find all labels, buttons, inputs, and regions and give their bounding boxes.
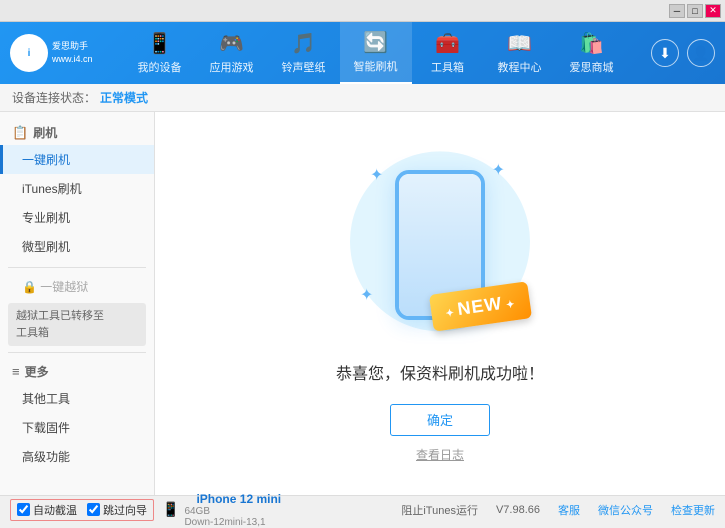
skip-wizard-label[interactable]: 跳过向导 xyxy=(87,502,147,518)
nav-mall[interactable]: 🛍️ 爱思商城 xyxy=(556,22,628,84)
skip-wizard-checkbox[interactable] xyxy=(87,503,100,516)
sparkle-2: ✦ xyxy=(492,160,505,180)
phone-icon: 📱 xyxy=(147,31,172,56)
sidebar-item-download-firmware[interactable]: 下载固件 xyxy=(0,413,154,442)
bottom-right: 阻止iTunes运行 V7.98.66 客服 微信公众号 检查更新 xyxy=(401,502,715,518)
sidebar-section-flash: 📋 刷机 xyxy=(0,120,154,145)
success-text: 恭喜您，保资料刷机成功啦！ xyxy=(336,360,544,384)
nav-items: 📱 我的设备 🎮 应用游戏 🎵 铃声壁纸 🔄 智能刷机 🧰 工具箱 📖 教程中心… xyxy=(100,22,651,84)
account-btn[interactable]: 👤 xyxy=(687,39,715,67)
refresh-icon: 🔄 xyxy=(363,30,388,55)
sidebar-item-mini-flash[interactable]: 微型刷机 xyxy=(0,232,154,261)
sidebar-jailbreak-label: 🔒 一键越狱 xyxy=(0,274,154,299)
maximize-btn[interactable]: □ xyxy=(687,4,703,18)
device-name: iPhone 12 mini xyxy=(196,492,281,506)
status-label: 设备连接状态： xyxy=(12,89,96,106)
sidebar-jailbreak-notice: 越狱工具已转移至工具箱 xyxy=(8,303,146,346)
music-icon: 🎵 xyxy=(291,31,316,56)
game-icon: 🎮 xyxy=(219,31,244,56)
nav-app-game[interactable]: 🎮 应用游戏 xyxy=(196,22,268,84)
wechat-link[interactable]: 微信公众号 xyxy=(598,502,653,518)
device-storage: 64GB xyxy=(184,506,281,517)
view-log-link[interactable]: 查看日志 xyxy=(416,446,464,463)
bottom-bar: 自动截温 跳过向导 📱 iPhone 12 mini 64GB Down-12m… xyxy=(0,495,725,523)
main-layout: 📋 刷机 一键刷机 iTunes刷机 专业刷机 微型刷机 🔒 一键越狱 越狱工具… xyxy=(0,112,725,495)
sidebar-item-pro-flash[interactable]: 专业刷机 xyxy=(0,203,154,232)
logo-icon: i xyxy=(10,34,48,72)
sidebar-item-itunes-flash[interactable]: iTunes刷机 xyxy=(0,174,154,203)
sparkle-3: ✦ xyxy=(360,285,373,305)
status-value: 正常模式 xyxy=(100,89,148,106)
stop-itunes-label: 阻止iTunes运行 xyxy=(401,502,478,518)
sparkle-1: ✦ xyxy=(370,165,383,185)
nav-smart-flash[interactable]: 🔄 智能刷机 xyxy=(340,22,412,84)
content-area: ✦ ✦ ✦ NEW 恭喜您，保资料刷机成功啦！ 确定 查看日志 xyxy=(155,112,725,495)
sidebar-item-onekey-flash[interactable]: 一键刷机 xyxy=(0,145,154,174)
close-btn[interactable]: ✕ xyxy=(705,4,721,18)
nav-my-device[interactable]: 📱 我的设备 xyxy=(124,22,196,84)
version-label: V7.98.66 xyxy=(496,504,540,516)
confirm-button[interactable]: 确定 xyxy=(390,404,490,436)
flash-section-icon: 📋 xyxy=(12,125,28,141)
customer-service-link[interactable]: 客服 xyxy=(558,502,580,518)
minimize-btn[interactable]: ─ xyxy=(669,4,685,18)
sidebar: 📋 刷机 一键刷机 iTunes刷机 专业刷机 微型刷机 🔒 一键越狱 越狱工具… xyxy=(0,112,155,495)
success-illustration: ✦ ✦ ✦ NEW xyxy=(340,145,540,345)
auto-screenshot-label[interactable]: 自动截温 xyxy=(17,502,77,518)
nav-toolbox[interactable]: 🧰 工具箱 xyxy=(412,22,484,84)
nav-right: ⬇ 👤 xyxy=(651,39,715,67)
sidebar-divider-1 xyxy=(8,267,146,268)
download-btn[interactable]: ⬇ xyxy=(651,39,679,67)
auto-screenshot-checkbox[interactable] xyxy=(17,503,30,516)
logo-area: i 爱思助手 www.i4.cn xyxy=(10,34,100,72)
sidebar-divider-2 xyxy=(8,352,146,353)
book-icon: 📖 xyxy=(507,31,532,56)
device-model: Down-12mini-13,1 xyxy=(184,517,281,528)
top-nav: i 爱思助手 www.i4.cn 📱 我的设备 🎮 应用游戏 🎵 铃声壁纸 🔄 … xyxy=(0,22,725,84)
device-phone-icon: 📱 xyxy=(162,501,179,518)
sidebar-item-advanced[interactable]: 高级功能 xyxy=(0,442,154,471)
sidebar-item-other-tools[interactable]: 其他工具 xyxy=(0,384,154,413)
toolbox-icon: 🧰 xyxy=(435,31,460,56)
shop-icon: 🛍️ xyxy=(579,31,604,56)
nav-ringtone[interactable]: 🎵 铃声壁纸 xyxy=(268,22,340,84)
checkbox-group: 自动截温 跳过向导 xyxy=(10,499,154,521)
title-bar: ─ □ ✕ xyxy=(0,0,725,22)
sidebar-section-more: ≡ 更多 xyxy=(0,359,154,384)
status-bar: 设备连接状态： 正常模式 xyxy=(0,84,725,112)
check-update-link[interactable]: 检查更新 xyxy=(671,502,715,518)
nav-tutorial[interactable]: 📖 教程中心 xyxy=(484,22,556,84)
more-section-icon: ≡ xyxy=(12,364,20,379)
logo-text: 爱思助手 www.i4.cn xyxy=(52,40,93,65)
device-section: 📱 iPhone 12 mini 64GB Down-12mini-13,1 xyxy=(162,492,281,528)
